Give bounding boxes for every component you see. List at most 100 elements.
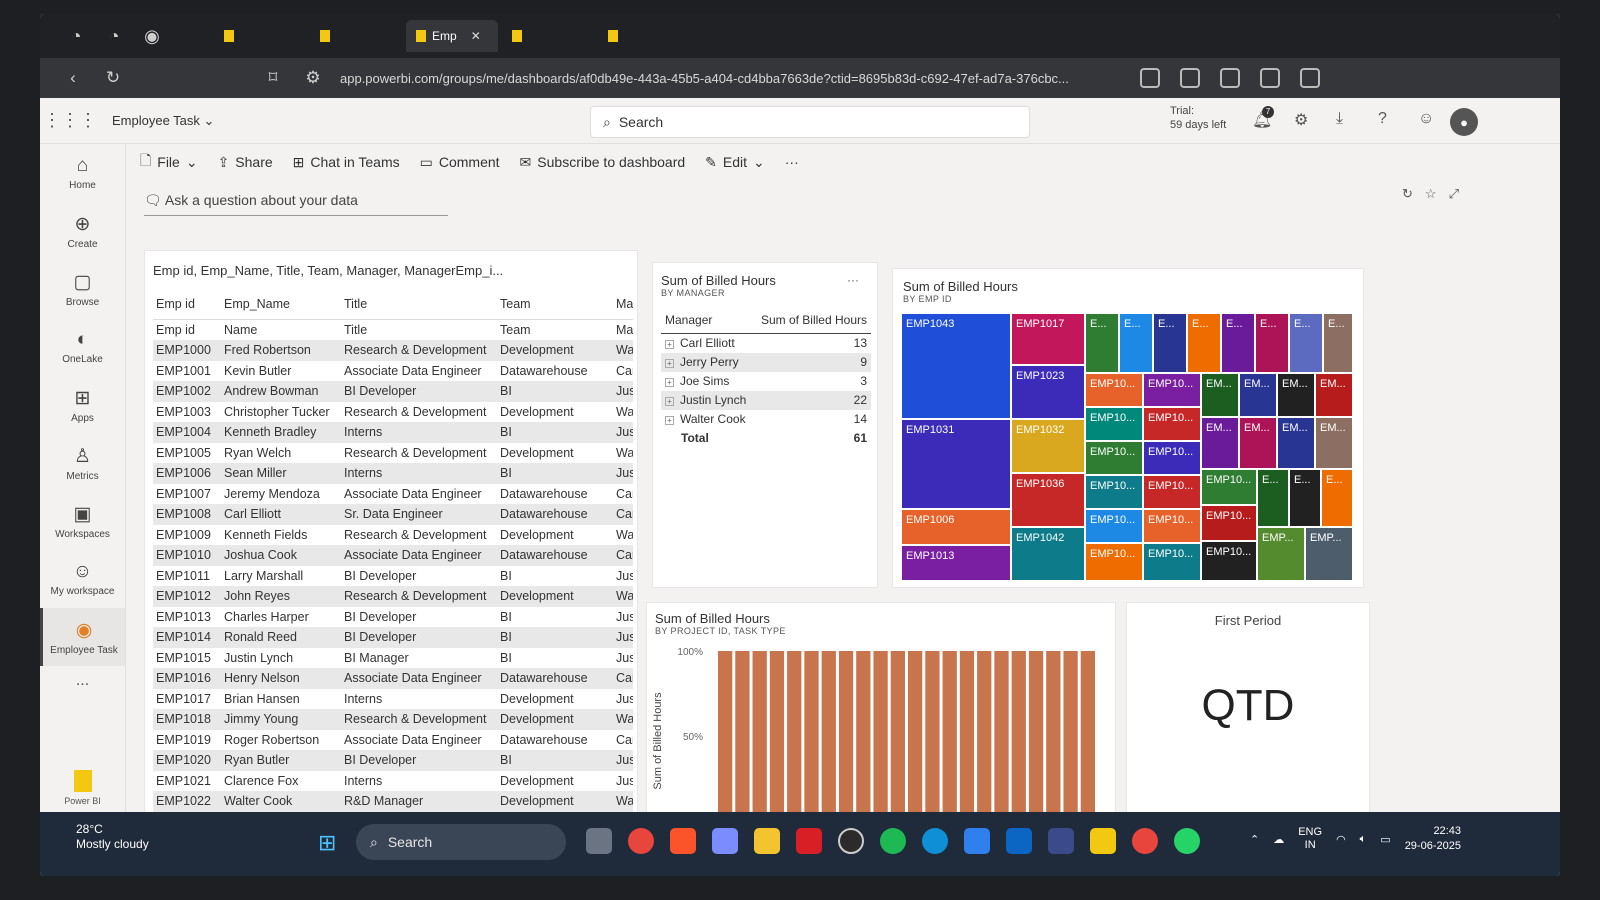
table-row[interactable]: EMP1004 Kenneth Bradley Interns BI Jus [153, 422, 633, 443]
chrome-icon[interactable] [628, 828, 654, 854]
table-row[interactable]: EMP1011 Larry Marshall BI Developer BI Jus [153, 566, 633, 587]
bar[interactable] [1063, 651, 1078, 821]
avatar[interactable]: ● [1450, 108, 1478, 136]
manager-billed-hours-tile[interactable]: Sum of Billed Hours BY MANAGER ··· Manag… [652, 262, 878, 588]
bar[interactable] [856, 651, 871, 821]
treemap-cell[interactable]: E... [1120, 314, 1152, 372]
powerbi-app[interactable]: Power BI [40, 770, 125, 806]
profile-icon[interactable]: ◔ [60, 20, 92, 52]
cloud-icon[interactable]: ☁ [1273, 833, 1284, 846]
treemap-cell[interactable]: EM... [1316, 374, 1352, 416]
record-icon[interactable]: ◉ [136, 20, 168, 52]
treemap-cell[interactable]: EMP10... [1086, 544, 1142, 580]
column-header[interactable]: Manager [661, 310, 754, 334]
extension-icon[interactable] [1140, 68, 1160, 88]
table-row[interactable]: EMP1022 Walter Cook R&D Manager Development… [153, 791, 633, 812]
rail-item-employee-task[interactable]: ◉ Employee Task [40, 608, 125, 666]
windows-start-icon[interactable]: ⊞ [318, 830, 336, 856]
table-row[interactable]: EMP1016 Henry Nelson Associate Data Engine… [153, 668, 633, 689]
treemap-cell[interactable]: EMP1031 [902, 420, 1010, 508]
browser-tab[interactable] [310, 20, 402, 52]
table-row[interactable]: EMP1018 Jimmy Young Research & Development… [153, 709, 633, 730]
bar[interactable] [1080, 651, 1095, 821]
treemap-cell[interactable]: EM... [1316, 418, 1352, 468]
url-field[interactable]: app.powerbi.com/groups/me/dashboards/af0… [340, 64, 1120, 92]
bar[interactable] [1028, 651, 1044, 821]
extension-icon[interactable] [1260, 68, 1280, 88]
extension-icon[interactable] [1300, 68, 1320, 88]
task-view-icon[interactable] [586, 828, 612, 854]
bar[interactable] [821, 651, 836, 821]
treemap-cell[interactable]: E... [1154, 314, 1186, 372]
spotify-icon[interactable] [880, 828, 906, 854]
gear-icon[interactable]: ⚙ [1294, 110, 1308, 130]
bar-chart-tile[interactable]: Sum of Billed Hours BY PROJECT ID, TASK … [646, 602, 1116, 822]
bar[interactable] [718, 651, 733, 821]
more-icon[interactable]: ... [40, 672, 125, 690]
search-box[interactable]: ⌕ Search [590, 106, 1030, 138]
treemap-cell[interactable]: EMP10... [1144, 544, 1200, 580]
rail-item-home[interactable]: ⌂ Home [40, 144, 125, 202]
vscode-icon[interactable] [964, 828, 990, 854]
file-menu[interactable]: 🗋 File ⌄ [140, 150, 198, 174]
bar[interactable] [977, 651, 992, 821]
browser-tab[interactable]: Emp ✕ [406, 20, 498, 52]
clock[interactable]: 22:43 29-06-2025 [1405, 824, 1461, 854]
column-header[interactable]: Team [497, 292, 613, 320]
treemap-cell[interactable]: E... [1290, 470, 1320, 526]
treemap-cell[interactable]: E... [1290, 314, 1322, 372]
reload-icon[interactable]: ↻ [100, 68, 126, 88]
table-row[interactable]: EMP1001 Kevin Butler Associate Data Engine… [153, 361, 633, 382]
table-row[interactable]: + Jerry Perry 9 [661, 352, 871, 372]
treemap-cell[interactable]: EMP10... [1086, 510, 1142, 542]
treemap-chart[interactable]: EMP1043 EMP1017 EMP1031 EMP1023 EMP1006 EMP10… [901, 313, 1353, 583]
expand-icon[interactable]: + [665, 397, 674, 406]
treemap-cell[interactable]: EMP10... [1086, 374, 1142, 406]
table-row[interactable]: EMP1013 Charles Harper BI Developer BI Jus [153, 607, 633, 628]
netflix-icon[interactable] [796, 828, 822, 854]
whatsapp-icon[interactable] [1174, 828, 1200, 854]
subscribe-button[interactable]: ✉ Subscribe to dashboard [520, 154, 686, 171]
table-row[interactable]: + Justin Lynch 22 [661, 390, 871, 410]
help-icon[interactable]: ? [1378, 110, 1387, 128]
table-row[interactable]: EMP1010 Joshua Cook Associate Data Enginee… [153, 545, 633, 566]
browser-tab[interactable] [502, 20, 594, 52]
expand-icon[interactable]: + [665, 340, 674, 350]
rail-item-create[interactable]: ⊕ Create [40, 202, 125, 260]
bar[interactable] [873, 651, 888, 821]
treemap-cell[interactable]: EMP1043 [902, 314, 1010, 418]
bar[interactable] [959, 651, 975, 821]
battery-icon[interactable]: ▭ [1380, 833, 1390, 846]
table-row[interactable]: EMP1012 John Reyes Research & Development D… [153, 586, 633, 607]
table-row[interactable]: EMP1021 Clarence Fox Interns Development Jus [153, 771, 633, 792]
treemap-cell[interactable]: EMP... [1258, 528, 1304, 580]
share-button[interactable]: ⇪ Share [218, 154, 273, 171]
chevron-up-icon[interactable]: ⌃ [1250, 833, 1259, 846]
weather-widget[interactable]: 28°C Mostly cloudy [76, 822, 149, 852]
edit-menu[interactable]: ✎ Edit ⌄ [705, 154, 765, 171]
treemap-cell[interactable]: EMP1042 [1012, 528, 1084, 580]
app-icon[interactable] [712, 828, 738, 854]
table-row[interactable]: + Carl Elliott 13 [661, 334, 871, 353]
extension-icon[interactable] [1180, 68, 1200, 88]
treemap-cell[interactable]: EMP10... [1144, 510, 1200, 542]
bar[interactable] [890, 651, 905, 821]
refresh-icon[interactable]: ↻ [1402, 186, 1425, 201]
edge-icon[interactable] [922, 828, 948, 854]
table-row[interactable]: EMP1000 Fred Robertson Research & Developm… [153, 340, 633, 361]
table-row[interactable]: + Walter Cook 14 [661, 410, 871, 429]
tile-menu-button[interactable]: ··· [847, 273, 859, 287]
treemap-cell[interactable]: EMP10... [1202, 506, 1256, 540]
back-icon[interactable]: ‹ [60, 68, 86, 88]
table-row[interactable]: EMP1006 Sean Miller Interns BI Jus [153, 463, 633, 484]
qna-input[interactable]: 🗨︎ Ask a question about your data [144, 192, 448, 216]
column-header[interactable]: Emp_Name [221, 292, 341, 320]
wifi-icon[interactable]: ◠ [1336, 833, 1346, 846]
table-row[interactable]: EMP1017 Brian Hansen Interns Development Jus [153, 689, 633, 710]
treemap-cell[interactable]: EMP10... [1202, 470, 1256, 504]
bar[interactable] [838, 651, 854, 821]
store-icon[interactable] [1048, 828, 1074, 854]
bar[interactable] [908, 651, 923, 821]
column-header[interactable]: Title [341, 292, 497, 320]
star-icon[interactable]: ☆ [1425, 186, 1449, 201]
